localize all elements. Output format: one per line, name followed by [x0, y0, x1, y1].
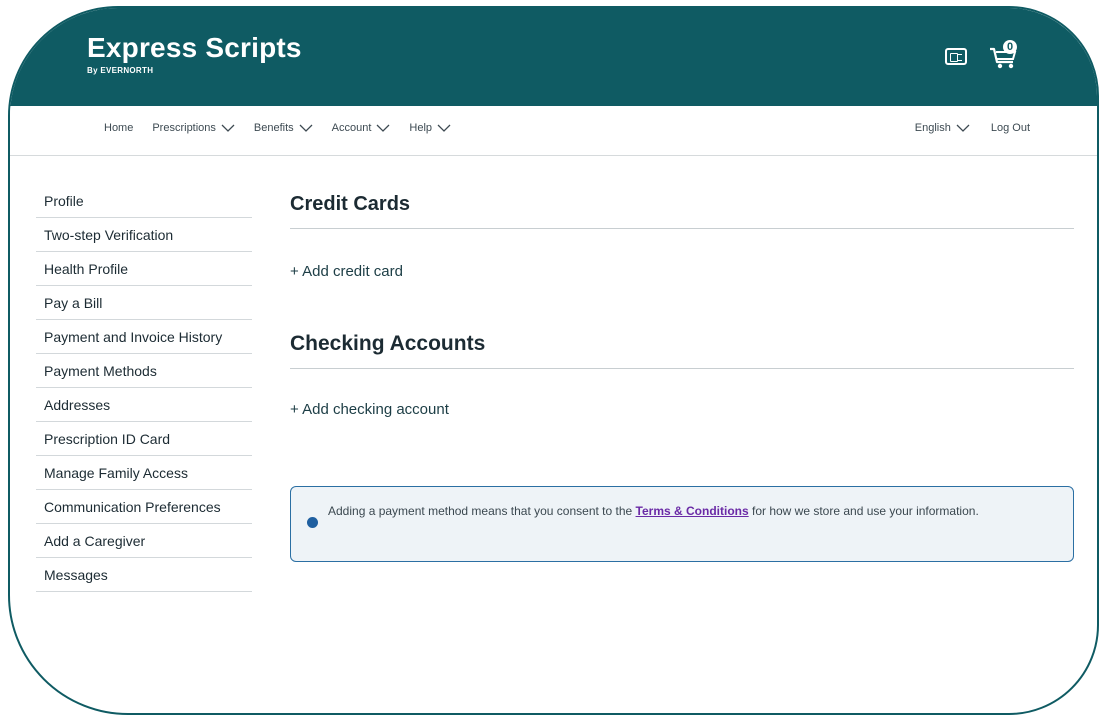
- sidebar-item-messages[interactable]: Messages: [36, 558, 252, 592]
- add-credit-card-link[interactable]: + Add credit card: [290, 263, 1074, 280]
- sidebar-item-two-step-verification[interactable]: Two-step Verification: [36, 218, 252, 252]
- nav-prescriptions-label: Prescriptions: [152, 122, 216, 134]
- chevron-down-icon: [376, 124, 390, 132]
- nav-help-label: Help: [409, 122, 433, 134]
- logout-label: Log Out: [990, 122, 1030, 134]
- sidebar-item-payment-invoice-history[interactable]: Payment and Invoice History: [36, 320, 252, 354]
- sidebar-item-add-a-caregiver[interactable]: Add a Caregiver: [36, 524, 252, 558]
- payment-methods-content: Credit Cards + Add credit card Checking …: [290, 193, 1074, 562]
- info-icon: [307, 517, 318, 528]
- sidebar-item-health-profile[interactable]: Health Profile: [36, 252, 252, 286]
- sidebar-item-payment-methods[interactable]: Payment Methods: [36, 354, 252, 388]
- nav-left: Home Prescriptions Benefits Account Help: [104, 122, 451, 134]
- sidebar-item-prescription-id-card[interactable]: Prescription ID Card: [36, 422, 252, 456]
- brand-subtitle: By EVERNORTH: [87, 66, 154, 75]
- chevron-down-icon: [221, 124, 235, 132]
- nav-prescriptions[interactable]: Prescriptions: [152, 122, 235, 134]
- nav-benefits-label: Benefits: [253, 122, 294, 134]
- logout-link[interactable]: Log Out: [991, 122, 1030, 134]
- account-sidebar: Profile Two-step Verification Health Pro…: [36, 184, 252, 592]
- sidebar-item-manage-family-access[interactable]: Manage Family Access: [36, 456, 252, 490]
- nav-account-label: Account: [331, 122, 372, 134]
- sidebar-item-pay-a-bill[interactable]: Pay a Bill: [36, 286, 252, 320]
- chevron-down-icon: [956, 124, 970, 132]
- nav-home[interactable]: Home: [104, 122, 133, 134]
- cart-count-badge: 0: [1003, 40, 1017, 54]
- nav-right: English Log Out: [915, 122, 1030, 134]
- consent-notice: Adding a payment method means that you c…: [290, 486, 1074, 562]
- sidebar-item-addresses[interactable]: Addresses: [36, 388, 252, 422]
- chevron-down-icon: [437, 124, 451, 132]
- chevron-down-icon: [299, 124, 313, 132]
- notice-text-after: for how we store and use your informatio…: [748, 504, 979, 518]
- cart-button[interactable]: 0: [989, 40, 1019, 70]
- sidebar-item-communication-preferences[interactable]: Communication Preferences: [36, 490, 252, 524]
- site-header: Express Scripts By EVERNORTH 0: [10, 8, 1097, 106]
- brand-name: Express Scripts: [87, 32, 302, 63]
- id-card-icon[interactable]: [945, 47, 967, 65]
- terms-conditions-link[interactable]: Terms & Conditions: [636, 504, 749, 518]
- brand-logo[interactable]: Express Scripts By EVERNORTH: [87, 32, 302, 75]
- nav-benefits[interactable]: Benefits: [254, 122, 313, 134]
- nav-home-label: Home: [104, 122, 134, 134]
- checking-accounts-heading: Checking Accounts: [290, 332, 1074, 369]
- add-checking-account-link[interactable]: + Add checking account: [290, 401, 1074, 418]
- nav-account[interactable]: Account: [332, 122, 391, 134]
- notice-text-before: Adding a payment method means that you c…: [328, 504, 636, 518]
- main-nav: Home Prescriptions Benefits Account Help…: [10, 106, 1097, 156]
- credit-cards-heading: Credit Cards: [290, 193, 1074, 229]
- language-label: English: [914, 122, 951, 134]
- language-selector[interactable]: English: [915, 122, 970, 134]
- nav-help[interactable]: Help: [409, 122, 451, 134]
- header-icons: 0: [945, 40, 1019, 70]
- app-frame: Express Scripts By EVERNORTH 0 Home Pres…: [8, 6, 1099, 715]
- sidebar-item-profile[interactable]: Profile: [36, 184, 252, 218]
